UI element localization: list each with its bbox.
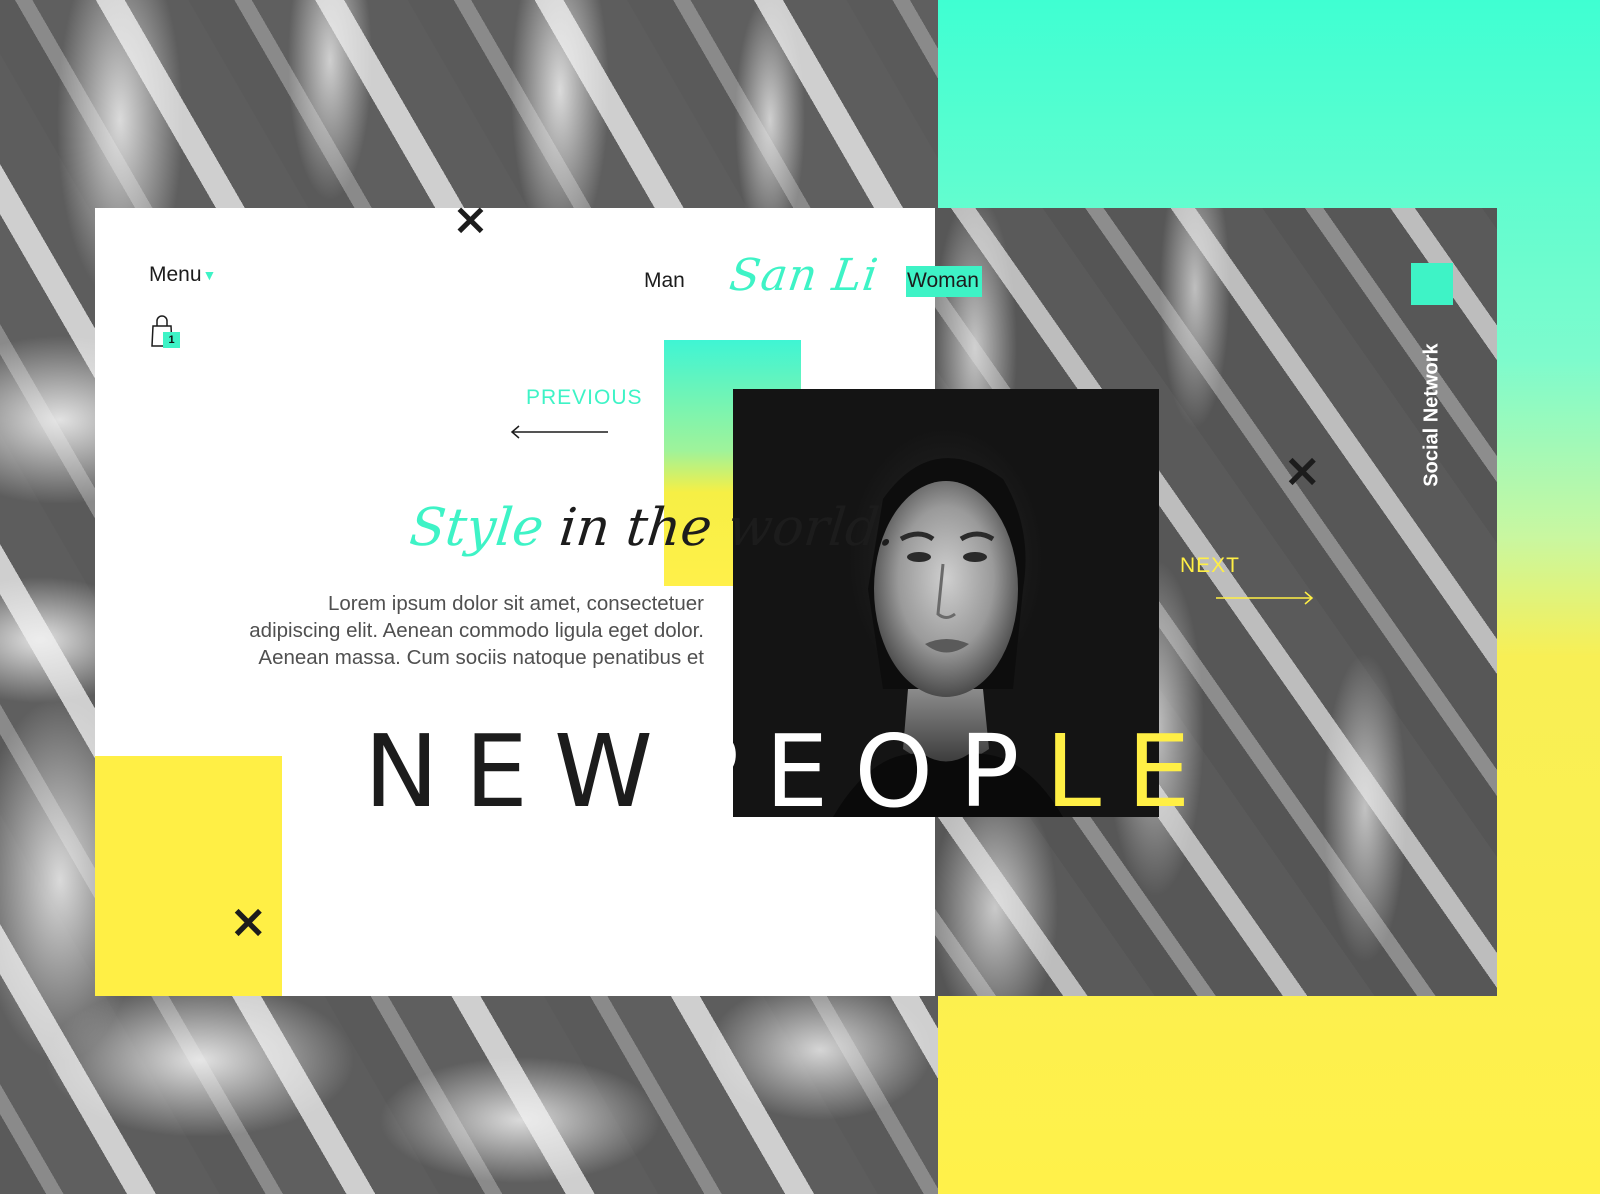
hero-tagline: Style in the world. <box>407 498 899 558</box>
yellow-accent-block <box>95 756 282 996</box>
arrow-left-icon[interactable] <box>510 425 610 439</box>
headline-word-le: LE <box>1045 713 1217 830</box>
tagline-highlight: Style <box>406 498 547 558</box>
nav-link-woman[interactable]: Woman <box>906 266 982 297</box>
teal-accent-square <box>1411 263 1453 305</box>
tagline-rest: in the world. <box>540 498 899 558</box>
menu-button[interactable]: Menu▼ <box>149 263 216 287</box>
arrow-right-icon[interactable] <box>1214 591 1314 605</box>
close-icon[interactable]: × <box>452 198 489 242</box>
headline-word-new: NEW <box>364 713 679 830</box>
nav-link-man[interactable]: Man <box>644 269 685 293</box>
social-network-link[interactable]: Social Network <box>1421 343 1444 486</box>
brand-logo[interactable]: San Li <box>726 250 881 301</box>
cross-decoration-icon: × <box>1283 443 1322 497</box>
next-link[interactable]: NEXT <box>1180 554 1240 578</box>
chevron-down-icon: ▼ <box>202 267 217 283</box>
hero-headline: NEWPEOPLE <box>364 722 1216 822</box>
cross-decoration-icon: × <box>229 894 268 948</box>
cart-count-badge: 1 <box>163 332 180 348</box>
previous-link[interactable]: PREVIOUS <box>526 386 643 410</box>
hero-body-text: Lorem ipsum dolor sit amet, consectetuer… <box>249 592 704 669</box>
headline-word-peop: PEOP <box>678 713 1046 830</box>
menu-label: Menu <box>149 263 202 286</box>
